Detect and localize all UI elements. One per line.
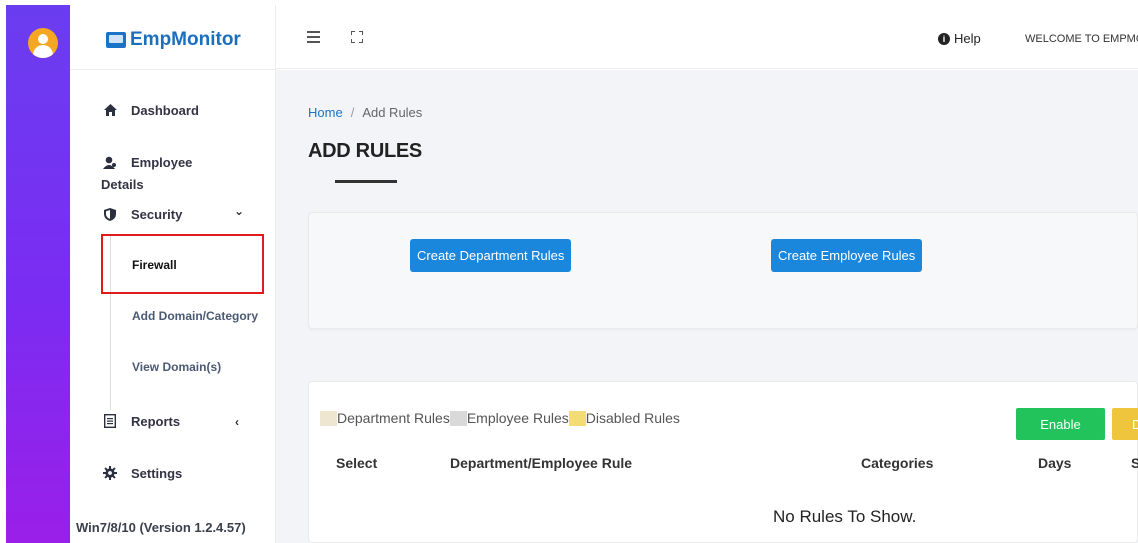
breadcrumb-home[interactable]: Home [308,105,343,120]
hamburger-menu-icon[interactable] [307,31,320,43]
sidebar-item-dashboard[interactable]: Dashboard [103,103,199,118]
sidebar: EmpMonitor Dashboard Employee Details Se… [70,5,276,543]
welcome-text[interactable]: WELCOME TO EMPMO [1025,33,1138,45]
disable-button[interactable]: D [1112,408,1138,440]
rules-table-card: Department Rules Employee Rules Disabled… [308,381,1138,543]
column-header-categories: Categories [861,455,934,471]
legend: Department Rules Employee Rules Disabled… [320,410,680,426]
sidebar-subitem-firewall[interactable]: Firewall [132,258,177,272]
enable-button[interactable]: Enable [1016,408,1105,440]
chevron-left-icon[interactable]: ‹ [235,415,239,429]
main-content: Home / Add Rules ADD RULES Create Departme… [276,70,1138,543]
sidebar-item-label: Reports [131,414,181,429]
legend-label-employee: Employee Rules [466,410,569,426]
chevron-down-icon[interactable]: ⌄ [234,204,244,218]
brand-name: EmpMonitor [130,29,241,50]
help-label: Help [954,31,981,46]
breadcrumb-current: Add Rules [362,105,423,120]
rule-actions-card: Create Department Rules Create Employee … [308,212,1138,329]
report-icon [103,414,117,428]
column-header-rule: Department/Employee Rule [450,455,633,471]
create-department-rules-button[interactable]: Create Department Rules [410,239,572,272]
avatar[interactable] [28,28,58,58]
shield-icon [103,207,117,221]
sidebar-item-label: Security [131,207,183,222]
version-label: Win7/8/10 (Version 1.2.4.57) [76,520,246,535]
sidebar-item-reports[interactable]: Reports [103,414,180,429]
sidebar-item-label: Settings [131,466,183,481]
highlight-box [101,234,264,294]
divider [70,69,276,70]
monitor-icon [106,32,126,48]
title-underline [335,180,397,183]
gear-icon [103,466,117,480]
sidebar-item-label: Employee [131,155,193,170]
empty-state-message: No Rules To Show. [773,507,917,526]
sidebar-item-label-line2: Details [101,177,144,192]
breadcrumb: Home / Add Rules [308,105,422,120]
column-header-status: S [1131,455,1138,471]
home-icon [103,103,117,117]
sidebar-item-security[interactable]: Security [103,207,182,222]
brand-logo[interactable]: EmpMonitor [106,27,241,53]
app-rail [6,5,70,543]
user-icon [103,155,117,169]
sidebar-subitem-view-domains[interactable]: View Domain(s) [132,360,221,374]
legend-label-disabled: Disabled Rules [585,410,680,426]
sidebar-subitem-add-domain[interactable]: Add Domain/Category [132,309,258,323]
fullscreen-icon[interactable] [351,31,363,43]
legend-label-department: Department Rules [337,410,450,426]
legend-swatch-department [320,410,337,426]
info-icon: i [938,32,950,45]
legend-swatch-employee [449,410,467,426]
sidebar-item-employee-details[interactable]: Employee Details [101,155,193,192]
topbar: i Help WELCOME TO EMPMO [276,5,1138,69]
create-employee-rules-button[interactable]: Create Employee Rules [771,239,923,272]
sidebar-item-label: Dashboard [131,103,199,118]
legend-swatch-disabled [568,410,586,426]
help-link[interactable]: i Help [938,31,981,46]
breadcrumb-separator: / [350,105,355,120]
sidebar-item-settings[interactable]: Settings [103,466,182,481]
column-header-days: Days [1038,455,1072,471]
column-header-select: Select [336,455,378,471]
page-title: ADD RULES [308,140,422,162]
